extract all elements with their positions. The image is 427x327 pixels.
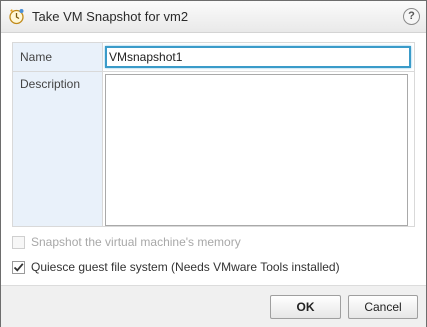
quiesce-checkbox-label[interactable]: Quiesce guest file system (Needs VMware … [31, 260, 340, 274]
cancel-button[interactable]: Cancel [348, 295, 418, 319]
dialog-title-bar[interactable]: Take VM Snapshot for vm2 ? [1, 1, 426, 33]
quiesce-checkbox[interactable] [12, 260, 25, 274]
name-label: Name [20, 50, 53, 64]
help-icon[interactable]: ? [403, 8, 420, 25]
memory-checkbox[interactable] [12, 235, 25, 249]
memory-option: Snapshot the virtual machine's memory [12, 235, 241, 249]
memory-checkbox-label: Snapshot the virtual machine's memory [31, 235, 241, 249]
quiesce-option: Quiesce guest file system (Needs VMware … [12, 260, 340, 274]
row-divider [13, 71, 414, 72]
ok-button[interactable]: OK [270, 295, 341, 319]
description-input[interactable] [105, 74, 408, 226]
checkmark-icon [13, 262, 24, 272]
name-input[interactable] [105, 46, 411, 68]
description-label: Description [20, 77, 81, 91]
dialog-title: Take VM Snapshot for vm2 [32, 9, 189, 24]
take-snapshot-dialog: Take VM Snapshot for vm2 ? Name Descript… [0, 0, 427, 327]
snapshot-clock-icon [8, 8, 25, 25]
dialog-footer: OK Cancel [1, 285, 426, 327]
snapshot-form: Name Description [12, 42, 415, 227]
